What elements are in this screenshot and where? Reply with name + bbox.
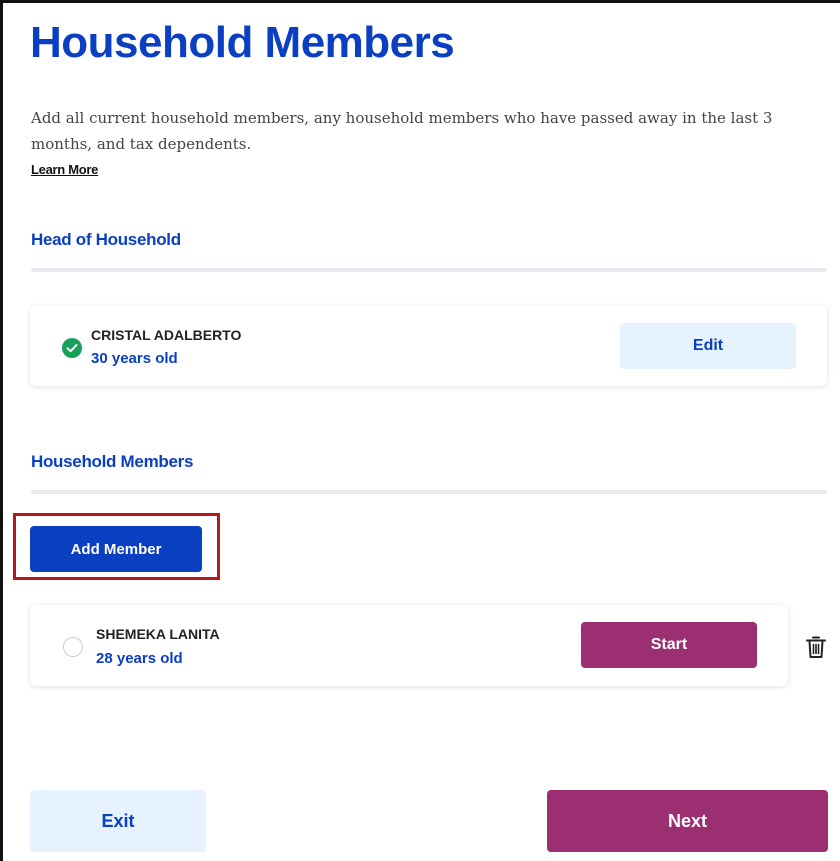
- intro-text: Add all current household members, any h…: [31, 109, 773, 153]
- check-circle-icon: [62, 338, 82, 358]
- member-name: CRISTAL ADALBERTO: [91, 327, 242, 343]
- household-members-heading: Household Members: [31, 452, 194, 471]
- member-age: 28 years old: [96, 650, 183, 667]
- head-of-household-heading: Head of Household: [31, 230, 181, 249]
- add-member-button[interactable]: Add Member: [30, 526, 202, 572]
- member-age: 30 years old: [91, 350, 178, 367]
- head-of-household-card: CRISTAL ADALBERTO 30 years old Edit: [30, 306, 827, 386]
- next-button[interactable]: Next: [547, 790, 828, 852]
- start-button[interactable]: Start: [581, 622, 757, 668]
- member-name: SHEMEKA LANITA: [96, 626, 220, 642]
- section-divider: [31, 268, 827, 272]
- section-divider: [31, 490, 827, 494]
- member-card: SHEMEKA LANITA 28 years old Start: [30, 605, 788, 686]
- exit-button[interactable]: Exit: [30, 790, 206, 852]
- learn-more-link[interactable]: Learn More: [31, 162, 98, 177]
- page-title: Household Members: [30, 18, 455, 67]
- empty-circle-icon: [63, 637, 83, 657]
- edit-button[interactable]: Edit: [620, 323, 796, 369]
- trash-icon[interactable]: [805, 635, 827, 659]
